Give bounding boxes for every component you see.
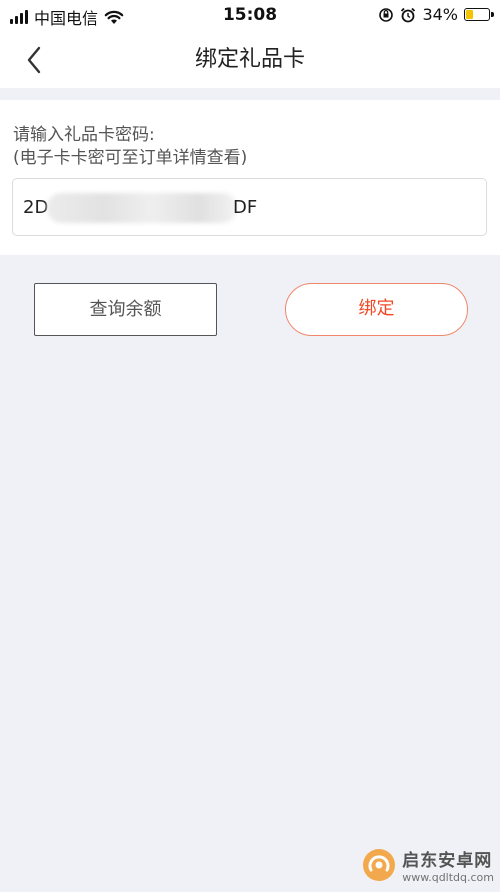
- check-balance-button[interactable]: 查询余额: [34, 283, 217, 336]
- back-button[interactable]: [16, 42, 52, 78]
- watermark-logo-icon: [363, 849, 396, 881]
- battery-level-fill: [466, 10, 473, 19]
- battery-percent: 34%: [422, 5, 458, 24]
- battery-icon: [464, 8, 494, 21]
- status-right: 34%: [378, 5, 494, 24]
- gift-card-form: 请输入礼品卡密码: (电子卡卡密可至订单详情查看) 2D DF: [0, 100, 500, 255]
- site-watermark: 启东安卓网 www.qdltdq.com: [362, 846, 494, 884]
- watermark-url: www.qdltdq.com: [402, 871, 494, 884]
- code-redaction-blur: [47, 193, 237, 223]
- status-bar: 中国电信 15:08 34%: [0, 0, 500, 32]
- alarm-icon: [401, 7, 416, 22]
- bind-button[interactable]: 绑定: [285, 283, 468, 336]
- watermark-title: 启东安卓网: [402, 851, 493, 871]
- nav-bar: 绑定礼品卡: [0, 32, 500, 88]
- orientation-lock-icon: [379, 7, 394, 22]
- code-suffix-text: DF: [233, 197, 258, 218]
- chevron-left-icon: [27, 46, 41, 74]
- code-hint: (电子卡卡密可至订单详情查看): [13, 148, 248, 168]
- code-prefix-text: 2D: [23, 197, 49, 218]
- card-code-input[interactable]: 2D DF: [12, 178, 487, 236]
- page-title: 绑定礼品卡: [194, 47, 305, 72]
- code-label: 请输入礼品卡密码:: [13, 125, 155, 145]
